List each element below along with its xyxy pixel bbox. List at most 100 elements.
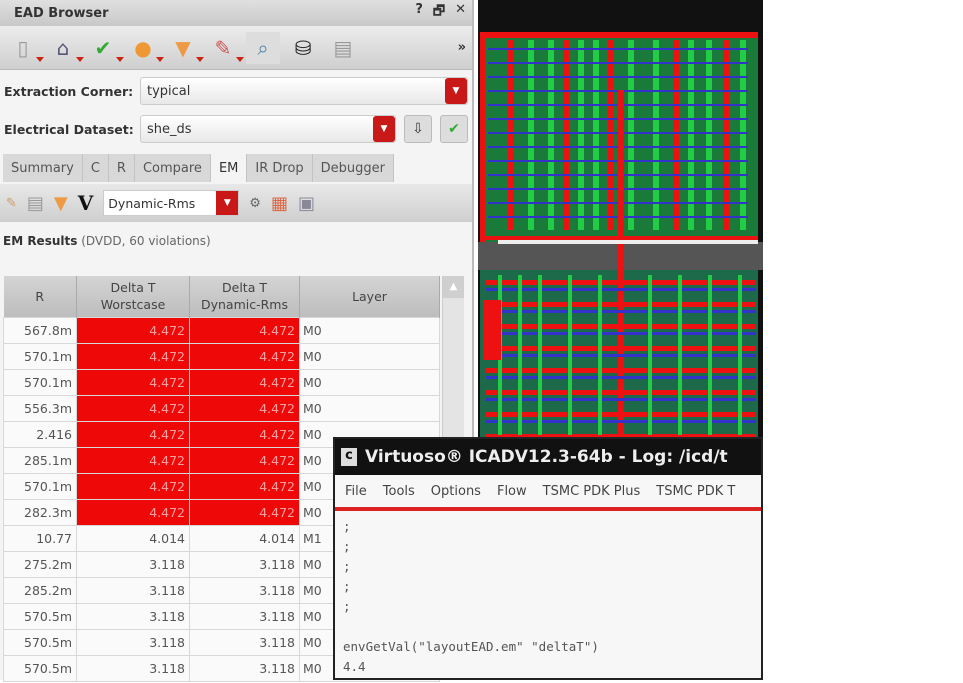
cell-r: 570.1m — [3, 472, 77, 500]
settings-icon[interactable]: ⚙ — [249, 196, 261, 211]
menu-flow[interactable]: Flow — [497, 484, 527, 499]
table-icon[interactable]: ▤ — [27, 193, 44, 214]
netlist-icon[interactable]: ⌂ — [46, 32, 84, 64]
log-output[interactable]: ;;;;; envGetVal("layoutEAD.em" "deltaT") 4… — [335, 511, 761, 683]
results-detail: (DVDD, 60 violations) — [81, 234, 211, 248]
title-bar: EAD Browser ? 🗗 ✕ — [0, 0, 472, 26]
cell-worstcase: 4.472 — [76, 446, 190, 474]
menu-tsmc-pdk-t[interactable]: TSMC PDK T — [656, 484, 735, 499]
tab-em[interactable]: EM — [210, 154, 248, 182]
binoculars-icon[interactable]: ⛁ — [286, 32, 320, 64]
menu-tools[interactable]: Tools — [383, 484, 415, 499]
cell-dynamic: 3.118 — [189, 576, 300, 604]
cell-r: 285.1m — [3, 446, 77, 474]
cell-worstcase: 3.118 — [76, 576, 190, 604]
log-line: envGetVal("layoutEAD.em" "deltaT") — [343, 639, 599, 654]
cell-worstcase: 3.118 — [76, 654, 190, 682]
table-row[interactable]: 570.1m 4.472 4.472 M0 — [3, 368, 440, 396]
cell-worstcase: 3.118 — [76, 550, 190, 578]
pencil-icon[interactable]: ✎ — [6, 196, 17, 211]
em-mode-value: Dynamic-Rms — [108, 195, 196, 211]
dataset-check-icon[interactable]: ✔ — [440, 115, 468, 143]
menu-tsmc-pdk-plus[interactable]: TSMC PDK Plus — [543, 484, 641, 499]
log-menubar: File Tools Options Flow TSMC PDK Plus TS… — [335, 475, 761, 511]
cell-worstcase: 3.118 — [76, 602, 190, 630]
chevron-down-icon: ▼ — [216, 191, 239, 215]
extraction-corner-label: Extraction Corner: — [4, 83, 134, 99]
table-icon[interactable]: ▤ — [326, 32, 360, 64]
tab-ir-drop[interactable]: IR Drop — [247, 154, 313, 182]
virtuoso-log-window: c Virtuoso® ICADV12.3-64b - Log: /icd/t F… — [333, 437, 763, 680]
more-button[interactable]: » — [458, 40, 466, 55]
em-toolbar: ✎ ▤ ▼ V Dynamic-Rms ▼ ⚙ ▦ ▣ — [0, 184, 472, 222]
float-button[interactable]: 🗗 — [433, 2, 445, 24]
log-line: ; — [343, 599, 351, 614]
scroll-up-icon[interactable]: ▲ — [443, 276, 464, 298]
tab-r[interactable]: R — [108, 154, 135, 182]
log-line: ; — [343, 559, 351, 574]
cell-dynamic: 3.118 — [189, 628, 300, 656]
cell-worstcase: 4.472 — [76, 368, 190, 396]
tab-c[interactable]: C — [82, 154, 109, 182]
cell-r: 275.2m — [3, 550, 77, 578]
cell-worstcase: 4.472 — [76, 498, 190, 526]
filter-icon[interactable]: ▼ — [54, 193, 68, 214]
help-button[interactable]: ? — [415, 2, 423, 24]
col-r[interactable]: R — [3, 276, 77, 317]
cadence-logo-icon: c — [341, 448, 357, 466]
cell-worstcase: 3.118 — [76, 628, 190, 656]
cell-layer: M0 — [299, 368, 440, 396]
tab-compare[interactable]: Compare — [134, 154, 211, 182]
cell-worstcase: 4.472 — [76, 472, 190, 500]
menu-options[interactable]: Options — [431, 484, 481, 499]
cell-r: 570.1m — [3, 342, 77, 370]
cell-dynamic: 4.472 — [189, 472, 300, 500]
cell-r: 570.5m — [3, 654, 77, 682]
main-toolbar: ▯ ⌂ ✔ ● ▼ ✎ ⌕ ⛁ ▤ » — [0, 26, 472, 70]
cell-layer: M0 — [299, 342, 440, 370]
check-icon[interactable]: ✔ — [86, 32, 124, 64]
colormap-icon[interactable]: ▦ — [271, 193, 288, 214]
cell-layer: M0 — [299, 316, 440, 344]
col-delta-t-dynamic-rms[interactable]: Delta T Dynamic-Rms — [189, 276, 300, 317]
electrical-dataset-value: she_ds — [147, 121, 192, 137]
cell-dynamic: 4.472 — [189, 420, 300, 448]
cell-r: 10.77 — [3, 524, 77, 552]
window-title: EAD Browser — [14, 5, 109, 21]
cell-r: 570.5m — [3, 602, 77, 630]
highlight-icon[interactable]: ✎ — [206, 32, 244, 64]
log-title: Virtuoso® ICADV12.3-64b - Log: /icd/t — [365, 447, 728, 467]
col-delta-t-worstcase[interactable]: Delta T Worstcase — [76, 276, 190, 317]
voltage-button[interactable]: V — [78, 191, 94, 215]
results-title: EM Results — [3, 234, 78, 248]
electrical-dataset-select[interactable]: she_ds ▼ — [140, 115, 396, 143]
table-row[interactable]: 570.1m 4.472 4.472 M0 — [3, 342, 440, 370]
cell-dynamic: 4.472 — [189, 394, 300, 422]
zoom-icon[interactable]: ⌕ — [246, 31, 280, 64]
table-row[interactable]: 556.3m 4.472 4.472 M0 — [3, 394, 440, 422]
cell-r: 570.5m — [3, 628, 77, 656]
cell-r: 2.416 — [3, 420, 77, 448]
electrical-dataset-label: Electrical Dataset: — [4, 121, 134, 137]
cell-dynamic: 3.118 — [189, 654, 300, 682]
extraction-corner-select[interactable]: typical ▼ — [140, 77, 468, 105]
em-mode-select[interactable]: Dynamic-Rms ▼ — [103, 190, 240, 216]
close-button[interactable]: ✕ — [455, 2, 466, 24]
cell-dynamic: 4.472 — [189, 342, 300, 370]
menu-file[interactable]: File — [345, 484, 367, 499]
tab-summary[interactable]: Summary — [3, 154, 83, 182]
extraction-corner-value: typical — [147, 83, 191, 99]
probe-icon[interactable]: ▯ — [6, 32, 44, 64]
dataset-load-icon[interactable]: ⇩ — [404, 115, 432, 143]
tab-debugger[interactable]: Debugger — [312, 154, 395, 182]
layout-view-canvas[interactable] — [478, 0, 763, 440]
filter-icon[interactable]: ▼ — [166, 32, 204, 64]
cell-dynamic: 4.472 — [189, 446, 300, 474]
globe-icon[interactable]: ● — [126, 32, 164, 64]
cell-worstcase: 4.472 — [76, 316, 190, 344]
cell-r: 567.8m — [3, 316, 77, 344]
col-layer[interactable]: Layer — [299, 276, 440, 317]
save-icon[interactable]: ▣ — [298, 193, 315, 214]
table-row[interactable]: 567.8m 4.472 4.472 M0 — [3, 316, 440, 344]
cell-dynamic: 4.472 — [189, 316, 300, 344]
